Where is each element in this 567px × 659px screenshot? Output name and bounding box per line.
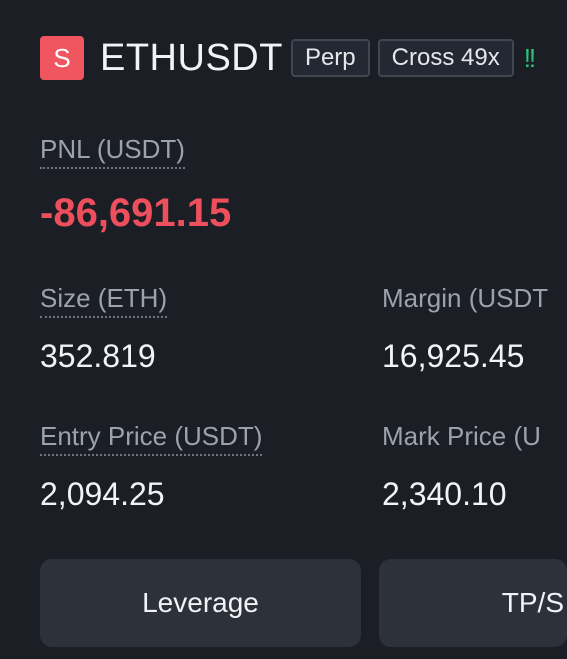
contract-type-tag: Perp — [290, 39, 370, 77]
short-side-badge: S — [40, 36, 84, 80]
pnl-label[interactable]: PNL (USDT) — [40, 136, 185, 169]
margin-mode-tag[interactable]: Cross 49x — [377, 39, 514, 77]
trading-symbol: ETHUSDT — [100, 36, 283, 79]
entry-price-value: 2,094.25 — [40, 476, 165, 512]
mark-price-label: Mark Price (U — [382, 421, 541, 451]
mark-price-value: 2,340.10 — [382, 476, 507, 512]
entry-price-label[interactable]: Entry Price (USDT) — [40, 423, 263, 456]
size-value: 352.819 — [40, 338, 156, 374]
position-header: S ETHUSDT Perp Cross 49x !! — [40, 36, 537, 80]
tp-sl-button[interactable]: TP/S — [379, 559, 567, 647]
risk-indicator-icon: !! — [523, 42, 537, 73]
size-label[interactable]: Size (ETH) — [40, 285, 168, 318]
margin-value: 16,925.45 — [382, 338, 525, 374]
margin-label: Margin (USDT — [382, 283, 549, 313]
leverage-button[interactable]: Leverage — [40, 559, 361, 647]
pnl-value: -86,691.15 — [40, 191, 232, 235]
